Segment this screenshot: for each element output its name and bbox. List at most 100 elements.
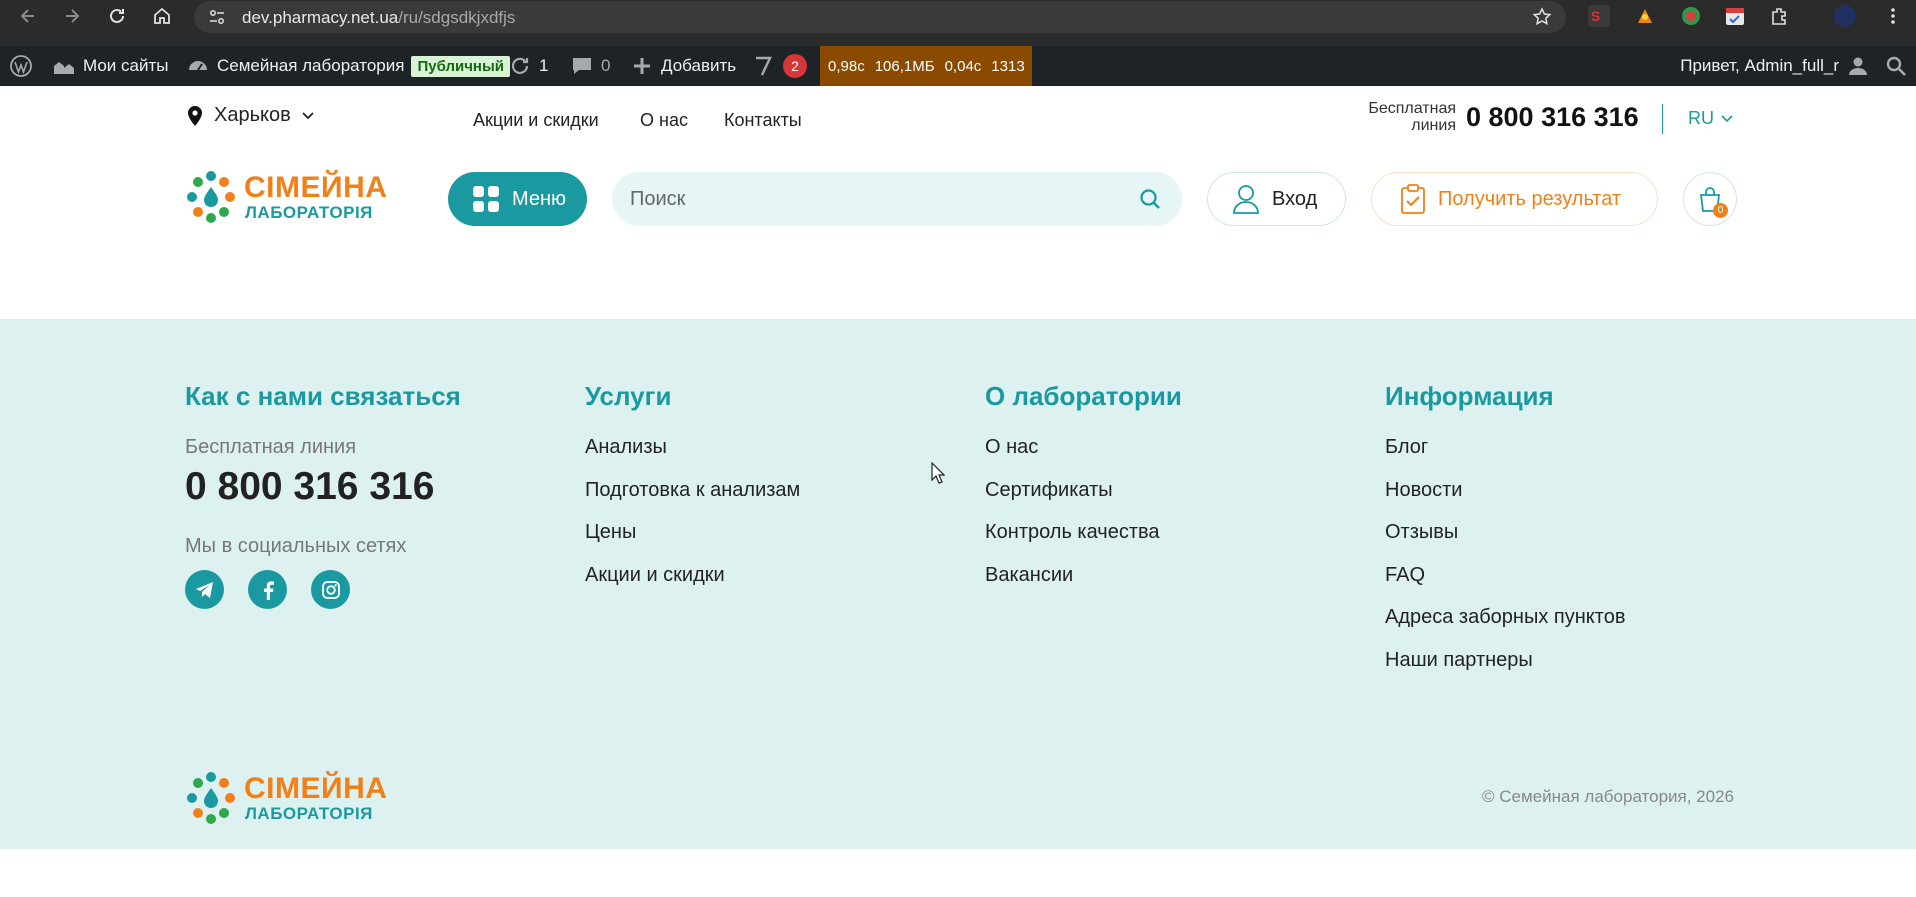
footer-link-blog[interactable]: Блог <box>1385 436 1625 479</box>
footer-link-tests[interactable]: Анализы <box>585 436 800 479</box>
wp-yoast[interactable]: 2 <box>752 46 807 86</box>
footer-info-title: Информация <box>1385 381 1554 411</box>
wp-site-name[interactable]: Семейная лаборатория Публичный <box>186 46 511 86</box>
logo-dots-icon <box>187 171 235 223</box>
footer-free-line-label: Бесплатная линия <box>185 436 357 458</box>
nav-link-about[interactable]: О нас <box>640 110 688 131</box>
footer-phone[interactable]: 0 800 316 316 <box>185 465 461 509</box>
nav-link-promotions[interactable]: Акции и скидки <box>473 110 599 131</box>
perf-query-time: 0,04с <box>944 57 982 75</box>
logo-dots-icon <box>187 772 235 824</box>
footer-link-promotions[interactable]: Акции и скидки <box>585 564 800 607</box>
site-logo[interactable]: СІМЕЙНА ЛАБОРАТОРІЯ <box>184 170 387 224</box>
menu-button[interactable]: Меню <box>448 172 587 226</box>
forward-icon[interactable] <box>60 4 84 28</box>
header-phone[interactable]: 0 800 316 316 <box>1466 102 1639 133</box>
logo-text-line1: СІМЕЙНА <box>244 772 388 805</box>
footer-link-faq[interactable]: FAQ <box>1385 564 1625 607</box>
url-host: dev.pharmacy.net.ua <box>242 8 399 27</box>
footer-link-prices[interactable]: Цены <box>585 521 800 564</box>
perf-time: 0,98с <box>828 57 865 75</box>
calendar-extension-icon[interactable] <box>1724 5 1746 27</box>
fox-extension-icon[interactable] <box>1634 5 1656 27</box>
social-links <box>185 570 461 609</box>
more-icon[interactable] <box>1882 5 1904 27</box>
seo-extension-icon[interactable]: S <box>1588 5 1610 27</box>
sites-icon <box>54 62 74 74</box>
footer-info-list: Блог Новости Отзывы FAQ Адреса заборных … <box>1385 436 1625 691</box>
footer-link-preparation[interactable]: Подготовка к анализам <box>585 479 800 522</box>
footer-services-title: Услуги <box>585 381 672 411</box>
wp-greeting: Привет, Admin_full_r <box>1680 56 1839 75</box>
search-input[interactable] <box>612 172 1112 226</box>
wp-add-new[interactable]: Добавить <box>630 46 736 86</box>
extensions-icon[interactable] <box>1768 5 1790 27</box>
city-selector[interactable]: Харьков <box>186 104 315 127</box>
logo-text-line2: ЛАБОРАТОРІЯ <box>245 203 373 222</box>
free-line-label: Бесплатная линия <box>1368 100 1456 134</box>
home-icon[interactable] <box>150 4 174 28</box>
footer-link-about-us[interactable]: О нас <box>985 436 1182 479</box>
get-result-button[interactable]: Получить результат <box>1371 172 1658 226</box>
chevron-down-icon <box>1721 114 1733 122</box>
footer-link-vacancies[interactable]: Вакансии <box>985 564 1182 607</box>
divider <box>1662 104 1663 134</box>
svg-text:S: S <box>1591 8 1600 24</box>
public-badge: Публичный <box>411 55 511 77</box>
menu-button-label: Меню <box>512 187 567 210</box>
search-box <box>612 172 1182 226</box>
language-current: RU <box>1688 108 1714 128</box>
yoast-icon <box>756 56 772 76</box>
logo-text-line2: ЛАБОРАТОРІЯ <box>245 804 373 823</box>
wp-comments[interactable]: 0 <box>570 46 610 86</box>
wp-account[interactable]: Привет, Admin_full_r <box>1680 46 1870 86</box>
footer-link-news[interactable]: Новости <box>1385 479 1625 522</box>
nav-link-contacts[interactable]: Контакты <box>724 110 802 131</box>
footer-logo[interactable]: СІМЕЙНА ЛАБОРАТОРІЯ <box>184 771 387 825</box>
footer-bottom: СІМЕЙНА ЛАБОРАТОРІЯ © Семейная лаборатор… <box>0 743 1916 849</box>
footer-link-quality-control[interactable]: Контроль качества <box>985 521 1182 564</box>
site-info-icon[interactable] <box>208 8 226 26</box>
wp-search-icon[interactable] <box>1884 46 1908 86</box>
copyright: © Семейная лаборатория, 2026 <box>1482 787 1734 806</box>
cart-count-badge: 0 <box>1713 203 1728 218</box>
location-pin-icon <box>188 105 202 126</box>
wp-updates[interactable]: 1 <box>508 46 548 86</box>
login-button[interactable]: Вход <box>1207 172 1346 226</box>
comment-icon <box>573 58 591 74</box>
footer-link-partners[interactable]: Наши партнеры <box>1385 649 1625 692</box>
address-bar[interactable]: dev.pharmacy.net.ua/ru/sdgsdkjxdfjs <box>194 1 1566 33</box>
profile-icon[interactable] <box>1834 5 1856 27</box>
instagram-icon[interactable] <box>311 570 350 609</box>
language-selector[interactable]: RU <box>1688 108 1734 129</box>
cart-button[interactable]: 0 <box>1683 172 1737 226</box>
bookmark-star-icon[interactable] <box>1532 7 1552 27</box>
footer-link-certificates[interactable]: Сертификаты <box>985 479 1182 522</box>
facebook-icon[interactable] <box>248 570 287 609</box>
grid-icon <box>473 186 499 212</box>
dashboard-icon <box>189 61 207 71</box>
circle-extension-icon[interactable] <box>1680 5 1702 27</box>
wp-admin-bar: Мои сайты Семейная лаборатория Публичный… <box>0 46 1916 86</box>
header-main: СІМЕЙНА ЛАБОРАТОРІЯ Меню Вход Получить р… <box>0 160 1916 236</box>
query-monitor[interactable]: 0,98с 106,1МБ 0,04с 1313 <box>820 46 1032 86</box>
wp-my-sites[interactable]: Мои сайты <box>52 46 168 86</box>
wp-site-name-label: Семейная лаборатория <box>217 56 405 75</box>
back-icon[interactable] <box>16 4 40 28</box>
footer-about-title: О лаборатории <box>985 381 1182 411</box>
clipboard-check-icon <box>1401 184 1425 214</box>
wp-comments-count: 0 <box>601 56 611 75</box>
footer-info-column: Информация Блог Новости Отзывы FAQ Адрес… <box>1385 381 1625 691</box>
footer-link-reviews[interactable]: Отзывы <box>1385 521 1625 564</box>
logo-text-line1: СІМЕЙНА <box>244 171 388 204</box>
search-icon[interactable] <box>1138 187 1162 211</box>
footer-about-column: О лаборатории О нас Сертификаты Контроль… <box>985 381 1182 606</box>
footer-link-collection-points[interactable]: Адреса заборных пунктов <box>1385 606 1625 649</box>
browser-toolbar: dev.pharmacy.net.ua/ru/sdgsdkjxdfjs S <box>0 0 1916 46</box>
telegram-icon[interactable] <box>185 570 224 609</box>
reload-icon[interactable] <box>105 4 129 28</box>
footer-about-list: О нас Сертификаты Контроль качества Вака… <box>985 436 1182 606</box>
updates-icon <box>511 57 529 74</box>
perf-memory: 106,1МБ <box>874 57 935 75</box>
wordpress-logo-icon[interactable] <box>9 46 33 86</box>
